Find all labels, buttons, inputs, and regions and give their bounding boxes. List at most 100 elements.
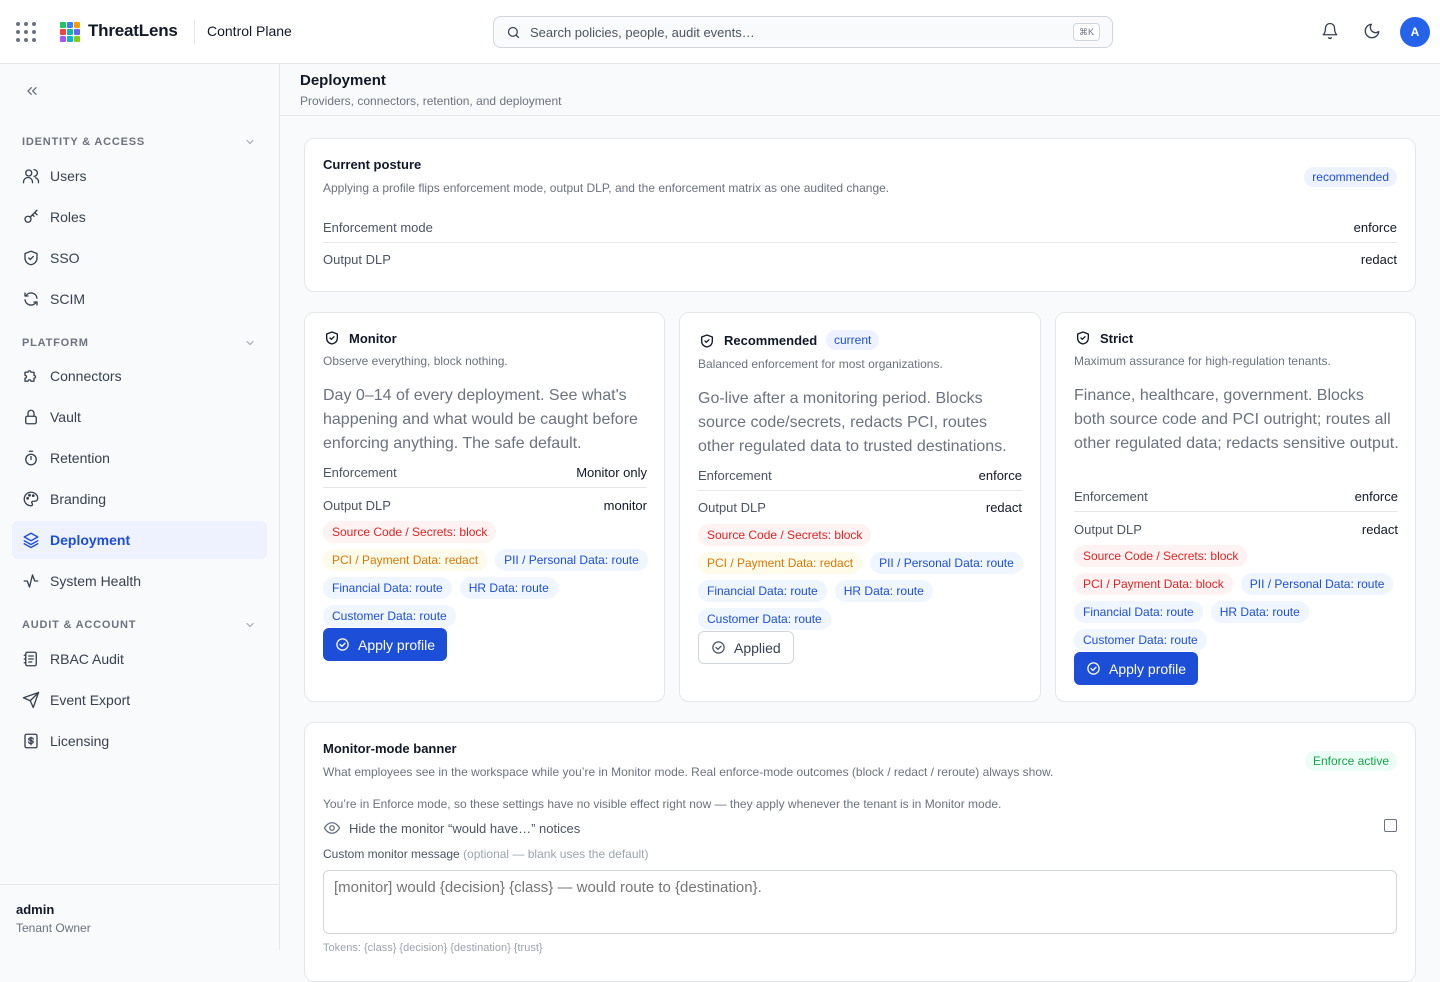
enforce-mode-note: You’re in Enforce mode, so these setting… (323, 797, 1002, 811)
row-key: Enforcement (698, 468, 772, 483)
custom-message-label: Custom monitor message (optional — blank… (323, 847, 649, 861)
hide-notices-checkbox[interactable] (1384, 819, 1397, 832)
logo-square (60, 22, 66, 28)
section-identity-access[interactable]: IDENTITY & ACCESS (22, 136, 145, 148)
sidebar-item-branding[interactable]: Branding (12, 480, 267, 518)
row-value: monitor (603, 498, 647, 513)
lock-icon (22, 408, 40, 426)
logo-square (67, 22, 73, 28)
chevron-down-icon[interactable] (244, 337, 256, 349)
matrix-chip: HR Data: route (459, 577, 558, 599)
matrix-chip: PCI / Payment Data: block (1074, 573, 1233, 595)
sidebar-item-retention[interactable]: Retention (12, 439, 267, 477)
sidebar-item-scim[interactable]: SCIM (12, 280, 267, 318)
user-footer[interactable]: admin Tenant Owner (0, 884, 279, 950)
matrix-chip: Customer Data: route (1074, 629, 1207, 651)
matrix-chips: Source Code / Secrets: block PCI / Paymen… (1074, 545, 1404, 651)
sidebar-item-users[interactable]: Users (12, 157, 267, 195)
chevron-down-icon[interactable] (244, 619, 256, 631)
profile-card-recommended: Recommended current Balanced enforcement… (679, 312, 1041, 702)
row-value: redact (1361, 522, 1398, 537)
profile-dlp-row: Output DLP redact (1074, 513, 1398, 545)
custom-message-textarea[interactable] (323, 870, 1397, 934)
row-key: Enforcement (323, 465, 397, 480)
section-audit-account[interactable]: AUDIT & ACCOUNT (22, 619, 136, 631)
profile-enforcement-row: Enforcement enforce (698, 459, 1022, 491)
search-placeholder: Search policies, people, audit events… (530, 25, 755, 40)
puzzle-icon (22, 367, 40, 385)
apply-profile-button[interactable]: Apply profile (1074, 652, 1199, 685)
sidebar-item-label: Users (50, 168, 87, 184)
row-key: Enforcement mode (323, 220, 433, 235)
shield-icon (22, 249, 40, 267)
search-input[interactable]: Search policies, people, audit events… ⌘… (493, 16, 1113, 48)
activity-icon (22, 572, 40, 590)
key-icon (22, 208, 40, 226)
page-title: Deployment (300, 72, 386, 89)
sidebar-item-label: System Health (50, 573, 142, 589)
card-subtitle: Applying a profile flips enforcement mod… (323, 181, 890, 195)
top-bar: ThreatLens Control Plane Search policies… (0, 0, 1440, 64)
sidebar-item-label: RBAC Audit (50, 651, 124, 667)
sidebar-item-system-health[interactable]: System Health (12, 562, 267, 600)
row-key: Enforcement (1074, 489, 1148, 504)
sidebar-item-label: Roles (50, 209, 86, 225)
card-subtitle: What employees see in the workspace whil… (323, 765, 1054, 779)
sidebar-item-event-export[interactable]: Event Export (12, 681, 267, 719)
palette-icon (22, 490, 40, 508)
sidebar-item-sso[interactable]: SSO (12, 239, 267, 277)
sidebar-item-rbac-audit[interactable]: RBAC Audit (12, 640, 267, 678)
bell-icon[interactable] (1321, 22, 1339, 40)
profile-subtitle: Maximum assurance for high-regulation te… (1074, 354, 1331, 368)
matrix-chip: PII / Personal Data: route (1240, 573, 1394, 595)
matrix-chip: HR Data: route (834, 580, 933, 602)
check-circle-icon (1087, 662, 1100, 675)
sidebar-item-deployment[interactable]: Deployment (12, 521, 267, 559)
avatar[interactable]: A (1400, 17, 1430, 47)
app-launcher-icon[interactable] (16, 22, 36, 42)
sidebar-item-label: Connectors (50, 368, 122, 384)
profile-title: Strict (1100, 331, 1134, 346)
row-value: enforce (1353, 220, 1397, 235)
check-circle-icon (336, 638, 349, 651)
row-key: Output DLP (323, 252, 391, 267)
matrix-chip: PII / Personal Data: route (870, 552, 1023, 574)
section-platform[interactable]: PLATFORM (22, 337, 89, 349)
matrix-chips: Source Code / Secrets: block PCI / Paymen… (323, 521, 653, 627)
chevron-down-icon[interactable] (244, 136, 256, 148)
button-label: Applied (734, 639, 781, 656)
applied-button[interactable]: Applied (698, 631, 794, 664)
profile-subtitle: Observe everything, block nothing. (323, 354, 508, 368)
collapse-sidebar-icon[interactable] (24, 83, 40, 99)
moon-icon[interactable] (1363, 22, 1381, 40)
threatlens-logo-icon (60, 22, 80, 42)
user-name: admin (16, 902, 55, 917)
sidebar-item-licensing[interactable]: Licensing (12, 722, 267, 760)
sidebar-item-roles[interactable]: Roles (12, 198, 267, 236)
matrix-chip: Financial Data: route (1074, 601, 1203, 623)
custom-message-label-text: Custom monitor message (323, 847, 460, 861)
apply-profile-button[interactable]: Apply profile (323, 628, 448, 661)
matrix-chip: Source Code / Secrets: block (698, 524, 872, 546)
hide-notices-row[interactable]: Hide the monitor “would have…” notices (323, 819, 580, 837)
profile-card-monitor: Monitor Observe everything, block nothin… (304, 312, 665, 702)
profile-card-strict: Strict Maximum assurance for high-regula… (1055, 312, 1416, 702)
logo-square (74, 36, 80, 42)
main-content: Deployment Providers, connectors, retent… (280, 64, 1440, 982)
audit-log-icon (22, 650, 40, 668)
sidebar-item-vault[interactable]: Vault (12, 398, 267, 436)
logo-square (60, 29, 66, 35)
row-key: Output DLP (698, 500, 766, 515)
row-key: Output DLP (323, 498, 391, 513)
sidebar-item-connectors[interactable]: Connectors (12, 357, 267, 395)
logo-square (67, 36, 73, 42)
brand-name[interactable]: ThreatLens (88, 21, 178, 41)
control-plane-label: Control Plane (207, 23, 292, 39)
users-icon (22, 167, 40, 185)
current-posture-card: Current posture Applying a profile flips… (304, 138, 1416, 292)
card-title: Monitor-mode banner (323, 741, 457, 756)
posture-row-enforcement: Enforcement mode enforce (323, 211, 1397, 243)
profile-title: Monitor (349, 331, 397, 346)
search-shortcut: ⌘K (1072, 23, 1100, 41)
status-badge: recommended (1304, 167, 1397, 187)
